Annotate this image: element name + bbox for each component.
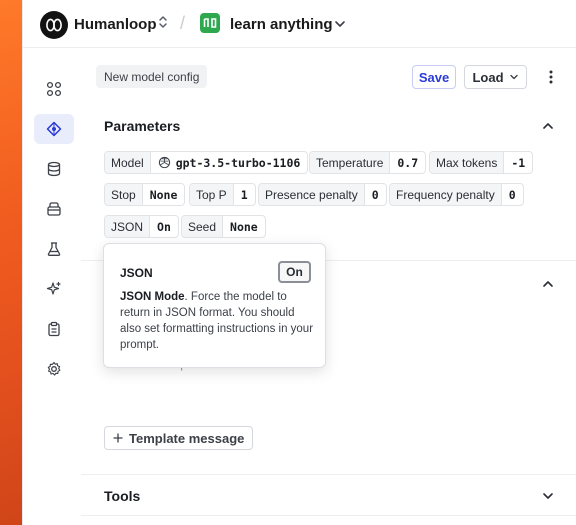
add-template-message-button[interactable]: Template message bbox=[104, 426, 254, 450]
sidebar-item-dashboard[interactable] bbox=[34, 74, 74, 104]
param-json[interactable]: JSON On bbox=[104, 215, 179, 238]
param-model-label: Model bbox=[105, 152, 150, 173]
sidebar-item-deployments[interactable] bbox=[34, 194, 74, 224]
switch-org-icon[interactable] bbox=[158, 14, 168, 35]
param-json-value: On bbox=[149, 216, 178, 237]
param-presence-penalty-value: 0 bbox=[363, 184, 386, 205]
json-mode-popover: JSON On JSON Mode. Force the model to re… bbox=[103, 243, 326, 368]
database-icon bbox=[47, 161, 61, 177]
sparkles-icon bbox=[46, 281, 61, 295]
grid-icon bbox=[46, 81, 62, 97]
sidebar-item-evaluations[interactable] bbox=[34, 234, 74, 264]
param-top-p[interactable]: Top P 1 bbox=[189, 183, 256, 206]
project-icon bbox=[200, 13, 220, 33]
chevron-up-icon[interactable] bbox=[540, 276, 556, 292]
param-presence-penalty-label: Presence penalty bbox=[259, 184, 364, 205]
openai-icon bbox=[158, 156, 170, 169]
chevron-down-icon bbox=[509, 74, 518, 80]
sidebar-item-datasets[interactable] bbox=[34, 154, 74, 184]
gear-icon bbox=[47, 361, 61, 376]
sidebar bbox=[23, 48, 81, 525]
param-frequency-penalty-value: 0 bbox=[500, 184, 523, 205]
param-json-label: JSON bbox=[105, 216, 150, 237]
param-temperature-value: 0.7 bbox=[389, 152, 425, 173]
popover-description-bold: JSON Mode bbox=[120, 291, 185, 303]
param-max-tokens-label: Max tokens bbox=[430, 152, 504, 173]
save-button[interactable]: Save bbox=[412, 65, 456, 89]
sidebar-item-logs[interactable] bbox=[34, 314, 74, 344]
param-temperature-label: Temperature bbox=[310, 152, 390, 173]
sidebar-item-ai[interactable] bbox=[34, 274, 74, 304]
tools-title: Tools bbox=[104, 488, 141, 504]
project-name[interactable]: learn anything bbox=[230, 16, 333, 33]
param-top-p-value: 1 bbox=[232, 184, 255, 205]
chevron-down-icon[interactable] bbox=[540, 488, 556, 504]
json-mode-toggle[interactable]: On bbox=[278, 261, 311, 283]
param-model[interactable]: Model gpt-3.5-turbo-1106 bbox=[104, 151, 309, 174]
popover-description: JSON Mode. Force the model to return in … bbox=[120, 289, 315, 353]
flask-icon bbox=[47, 242, 61, 256]
popover-title: JSON bbox=[120, 266, 153, 280]
package-icon bbox=[47, 202, 61, 216]
param-max-tokens[interactable]: Max tokens -1 bbox=[429, 151, 534, 174]
param-frequency-penalty[interactable]: Frequency penalty 0 bbox=[389, 183, 524, 206]
chevron-down-icon[interactable] bbox=[333, 17, 347, 36]
param-max-tokens-value: -1 bbox=[503, 152, 532, 173]
param-top-p-label: Top P bbox=[190, 184, 233, 205]
more-options-icon[interactable] bbox=[541, 67, 561, 87]
param-stop-value: None bbox=[141, 184, 185, 205]
config-name-chip[interactable]: New model config bbox=[96, 65, 208, 88]
section-divider bbox=[81, 515, 576, 516]
param-seed[interactable]: Seed None bbox=[181, 215, 266, 238]
section-divider bbox=[81, 474, 576, 475]
plus-icon bbox=[113, 433, 123, 443]
param-temperature[interactable]: Temperature 0.7 bbox=[309, 151, 427, 174]
param-presence-penalty[interactable]: Presence penalty 0 bbox=[258, 183, 387, 206]
brand-name[interactable]: Humanloop bbox=[74, 16, 157, 33]
clipboard-icon bbox=[48, 321, 60, 337]
breadcrumb-separator: / bbox=[180, 13, 186, 33]
sidebar-item-settings[interactable] bbox=[34, 354, 74, 384]
top-bar: Humanloop / learn anything bbox=[23, 0, 576, 48]
load-button[interactable]: Load bbox=[464, 65, 527, 89]
humanloop-logo-icon[interactable] bbox=[40, 11, 68, 39]
chevron-up-icon[interactable] bbox=[540, 118, 556, 134]
param-seed-value: None bbox=[222, 216, 265, 237]
parameters-title: Parameters bbox=[104, 118, 181, 134]
param-model-value: gpt-3.5-turbo-1106 bbox=[149, 152, 308, 173]
desktop-background bbox=[0, 0, 22, 525]
param-stop-label: Stop bbox=[105, 184, 142, 205]
diamond-icon bbox=[46, 121, 62, 137]
param-frequency-penalty-label: Frequency penalty bbox=[390, 184, 501, 205]
load-button-label: Load bbox=[472, 69, 504, 85]
sidebar-item-editor[interactable] bbox=[34, 114, 74, 144]
param-stop[interactable]: Stop None bbox=[104, 183, 186, 206]
param-seed-label: Seed bbox=[182, 216, 223, 237]
add-template-message-label: Template message bbox=[129, 430, 245, 446]
